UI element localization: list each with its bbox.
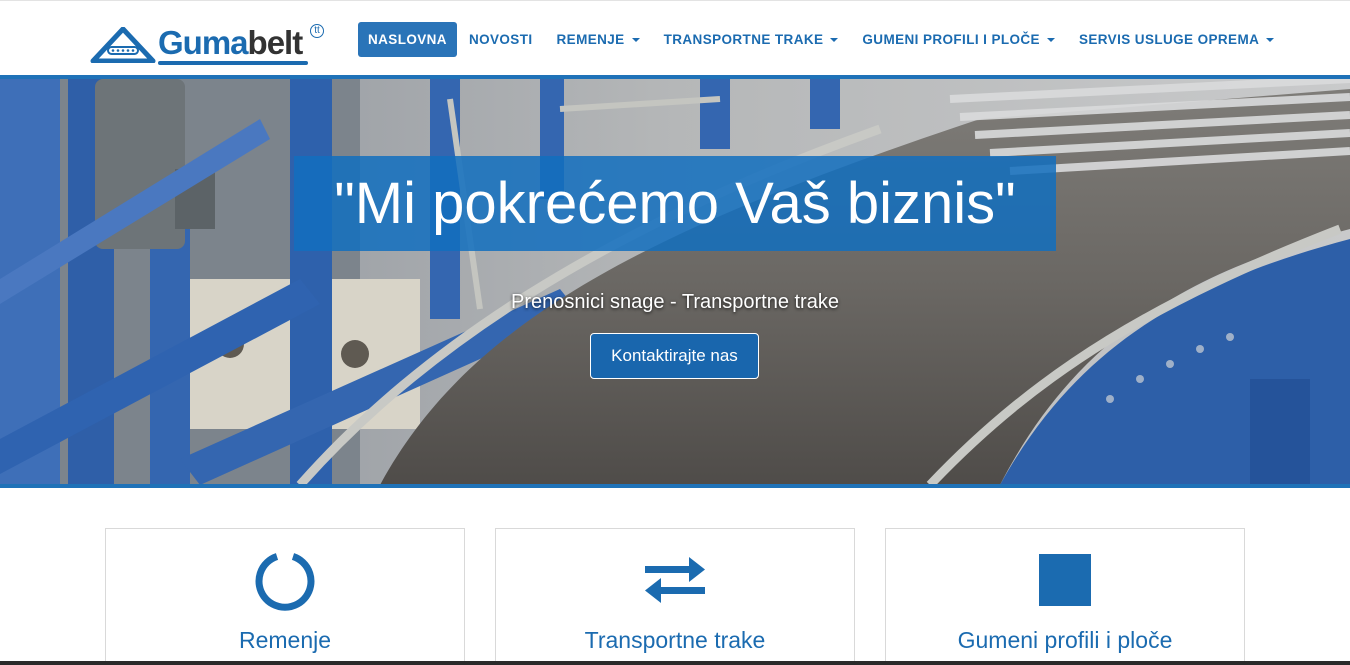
caret-down-icon [631, 37, 640, 42]
window-bottom-edge [0, 661, 1350, 665]
hero-subtitle: Prenosnici snage - Transportne trake [511, 291, 839, 313]
card-remenje[interactable]: Remenje [105, 528, 465, 665]
logo-word-part1: Guma [158, 24, 249, 61]
card-gumeni-profili[interactable]: Gumeni profili i ploče [885, 528, 1245, 665]
nav-item-label: SERVIS USLUGE OPREMA [1078, 32, 1260, 47]
main-menu: NASLOVNA NOVOSTI REMENJE TRANSPORTNE TRA… [358, 22, 1286, 57]
logo-wordmark: Gumabelt [158, 23, 304, 63]
nav-item-naslovna[interactable]: NASLOVNA [358, 22, 457, 57]
nav-item-servis[interactable]: SERVIS USLUGE OPREMA [1067, 22, 1286, 57]
caret-down-icon [830, 37, 839, 42]
hero-title: "Mi pokrećemo Vaš biznis" [294, 156, 1056, 251]
nav-item-gumeni-profili[interactable]: GUMENI PROFILI I PLOČE [850, 22, 1067, 57]
card-transportne-trake[interactable]: Transportne trake [495, 528, 855, 665]
caret-down-icon [1266, 37, 1275, 42]
square-icon [886, 551, 1244, 611]
site-logo[interactable]: Gumabelt tt [90, 23, 326, 65]
nav-item-label: TRANSPORTNE TRAKE [663, 32, 824, 47]
logo-underline [158, 61, 308, 65]
nav-item-label: GUMENI PROFILI I PLOČE [862, 32, 1040, 47]
nav-item-novosti[interactable]: NOVOSTI [457, 22, 545, 57]
circle-notch-icon [106, 551, 464, 611]
exchange-arrows-icon [496, 551, 854, 611]
card-label: Gumeni profili i ploče [957, 627, 1173, 653]
logo-belt-icon [90, 27, 156, 63]
card-label: Remenje [238, 627, 332, 653]
nav-item-label: NOVOSTI [468, 32, 533, 47]
nav-item-label: NASLOVNA [368, 32, 447, 47]
nav-item-label: REMENJE [556, 32, 625, 47]
hero-divider [0, 484, 1350, 488]
hero-banner: "Mi pokrećemo Vaš biznis" Prenosnici sna… [0, 79, 1350, 485]
card-label: Transportne trake [584, 627, 766, 653]
top-navbar: Gumabelt tt NASLOVNA NOVOSTI REMENJE TRA… [0, 0, 1350, 77]
nav-item-transportne-trake[interactable]: TRANSPORTNE TRAKE [652, 22, 851, 57]
hero-conveyor-image [0, 79, 1350, 485]
contact-button[interactable]: Kontaktirajte nas [590, 333, 759, 379]
logo-word-part2: belt [247, 24, 304, 61]
caret-down-icon [1046, 37, 1055, 42]
logo-badge: tt [310, 24, 324, 38]
nav-item-remenje[interactable]: REMENJE [545, 22, 652, 57]
